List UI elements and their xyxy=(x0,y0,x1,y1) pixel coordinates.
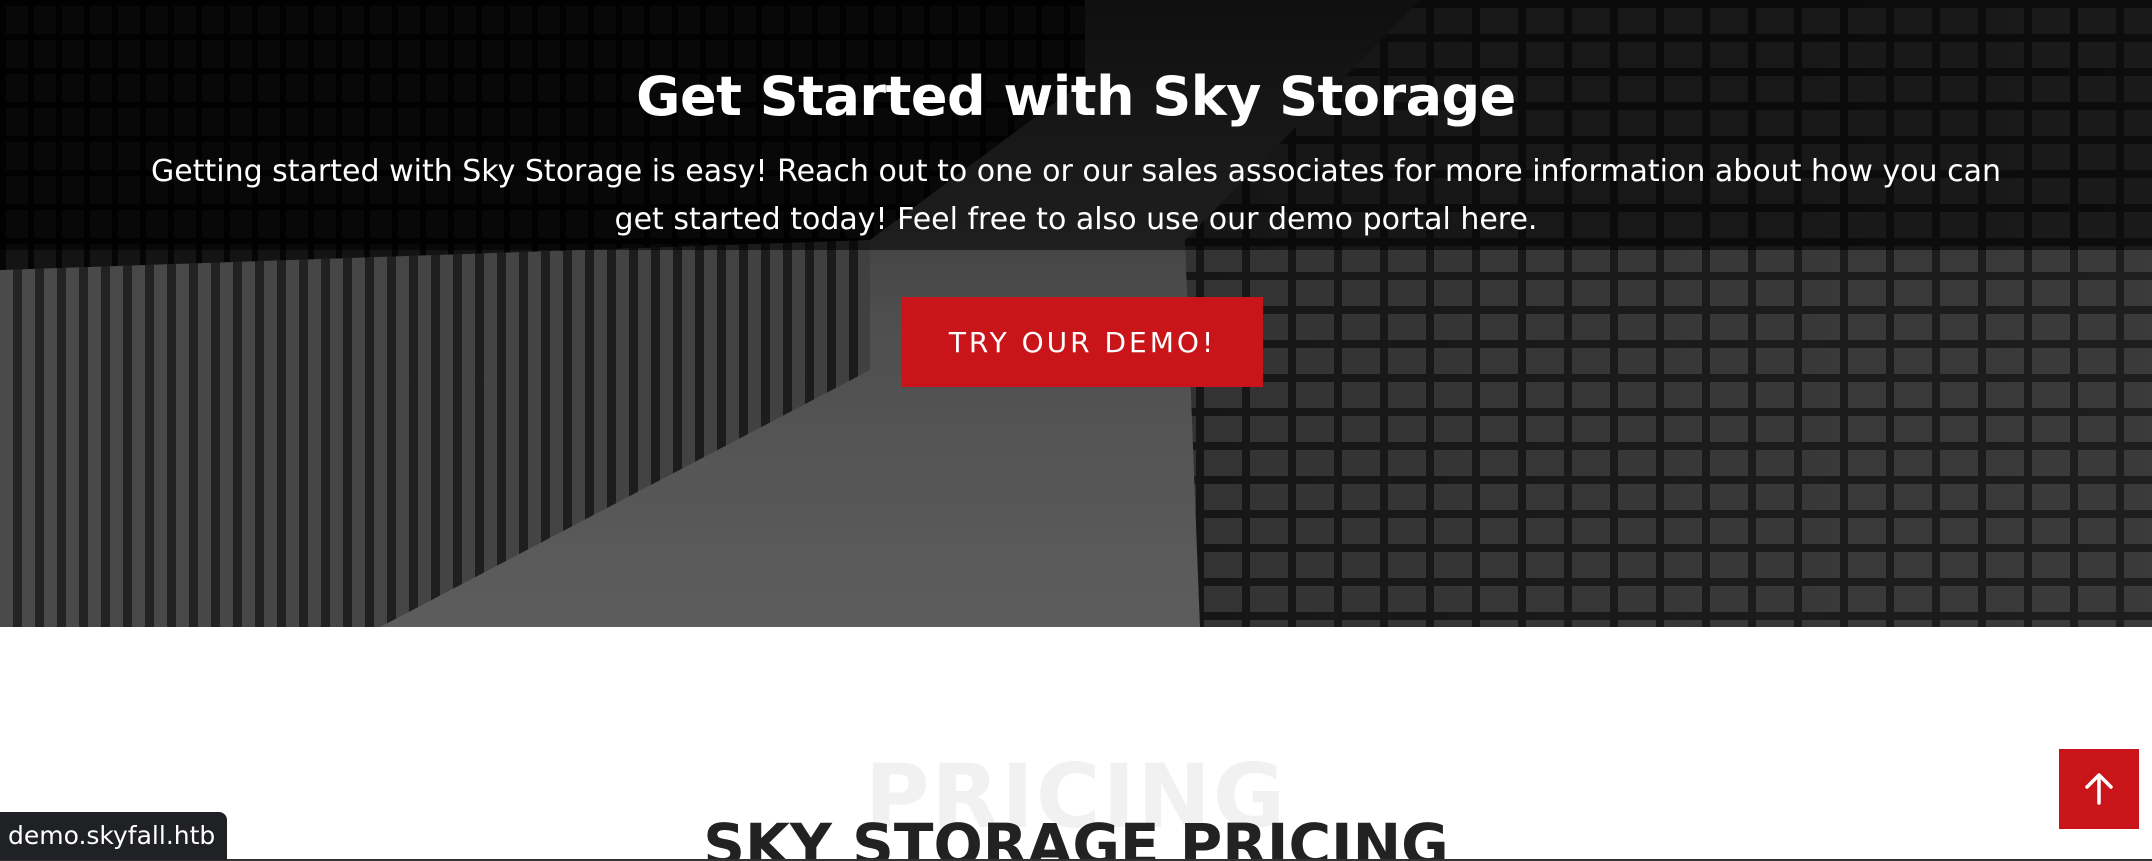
back-to-top-button[interactable] xyxy=(2059,749,2139,829)
pricing-section: PRICING SKY STORAGE PRICING xyxy=(0,627,2152,861)
hero-title: Get Started with Sky Storage xyxy=(636,65,1516,128)
page: Get Started with Sky Storage Getting sta… xyxy=(0,0,2152,861)
hero-description: Getting started with Sky Storage is easy… xyxy=(151,154,2001,237)
hero-section: Get Started with Sky Storage Getting sta… xyxy=(0,0,2152,627)
pricing-title: SKY STORAGE PRICING xyxy=(703,811,1449,861)
try-demo-button[interactable]: TRY OUR DEMO! xyxy=(902,297,1263,387)
link-status-url: demo.skyfall.htb xyxy=(0,812,228,860)
arrow-up-icon xyxy=(2085,773,2113,805)
